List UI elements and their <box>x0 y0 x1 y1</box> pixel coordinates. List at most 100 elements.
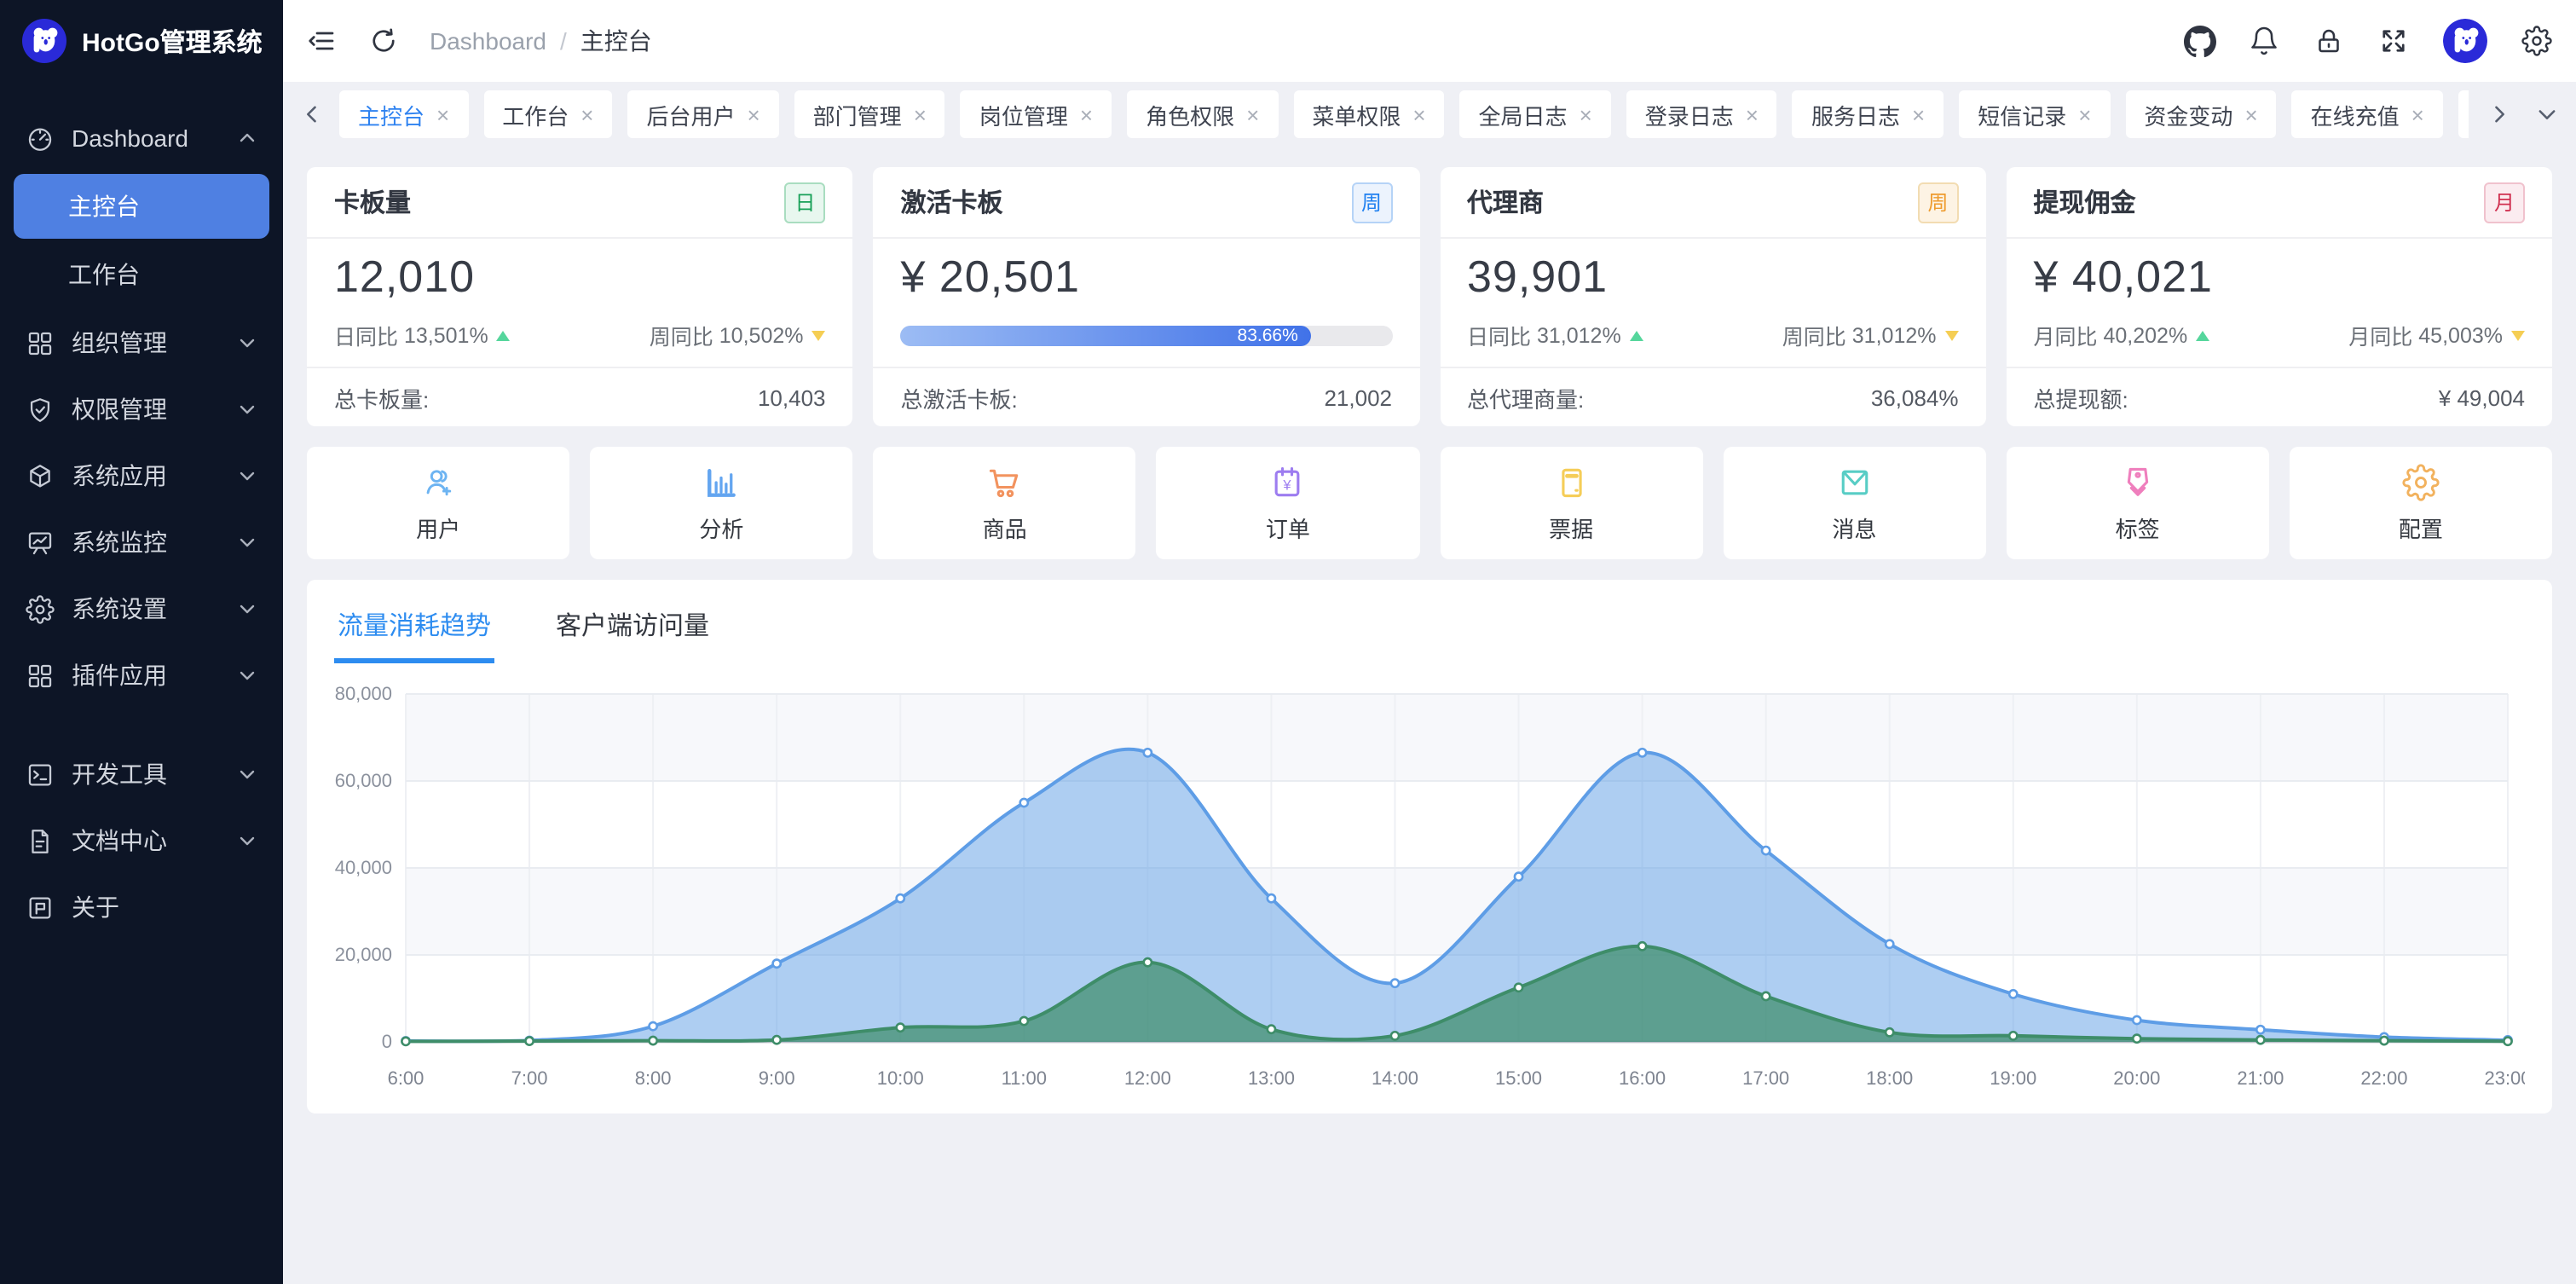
page-tab[interactable]: 提现管理× <box>2458 90 2469 138</box>
close-icon[interactable]: × <box>2078 103 2091 125</box>
stat-footer-value: ¥ 49,004 <box>2439 385 2525 410</box>
stat-card-title: 代理商 <box>1467 184 1544 220</box>
shortcut-label: 商品 <box>983 511 1027 543</box>
sidebar-item-label: 开发工具 <box>72 757 167 791</box>
shortcut-tags[interactable]: 标签 <box>2007 447 2269 559</box>
page-content: 卡板量 日 12,010 日同比 13,501% 周同比 10,502% 总卡板… <box>283 147 2576 1284</box>
close-icon[interactable]: × <box>1746 103 1759 125</box>
bell-icon[interactable] <box>2249 26 2279 56</box>
traffic-area-chart: 020,00040,00060,00080,0006:007:008:009:0… <box>334 674 2525 1103</box>
app-window: HotGo管理系统 Dashboard 主控台 工作台 组织管理 <box>0 0 2576 1284</box>
tab-strip-controls <box>2487 102 2559 126</box>
trend-down-icon <box>2511 330 2525 340</box>
page-tab[interactable]: 在线充值× <box>2292 90 2443 138</box>
shortcut-users[interactable]: 用户 <box>307 447 569 559</box>
gear-icon[interactable] <box>2521 26 2552 56</box>
page-tab[interactable]: 资金变动× <box>2125 90 2276 138</box>
sidebar-item-workbench[interactable]: 工作台 <box>14 242 269 307</box>
metric-week-yoy: 周同比 31,012% <box>1782 319 1959 351</box>
sidebar-item-org-mgmt[interactable]: 组织管理 <box>14 310 269 375</box>
stat-value: ¥ 20,501 <box>901 251 1393 304</box>
invoice-yen-icon: ¥ <box>1269 463 1307 500</box>
svg-text:9:00: 9:00 <box>759 1067 795 1089</box>
sidebar-item-dashboard[interactable]: Dashboard <box>14 106 269 171</box>
dashboard-gauge-icon <box>26 124 55 153</box>
tag-icon <box>2119 463 2157 500</box>
tab-traffic-trend[interactable]: 流量消耗趋势 <box>334 600 494 663</box>
sidebar-item-plugin-apps[interactable]: 插件应用 <box>14 643 269 708</box>
sidebar-item-label: 关于 <box>72 890 119 924</box>
close-icon[interactable]: × <box>1246 103 1259 125</box>
page-tab[interactable]: 全局日志× <box>1460 90 1611 138</box>
lock-icon[interactable] <box>2313 26 2344 56</box>
app-logo-row[interactable]: HotGo管理系统 <box>0 0 283 80</box>
sidebar-item-dev-tools[interactable]: 开发工具 <box>14 742 269 807</box>
shortcut-config[interactable]: 配置 <box>2290 447 2552 559</box>
shortcut-products[interactable]: 商品 <box>874 447 1136 559</box>
tabs-menu-chevron-down-icon[interactable] <box>2535 102 2559 126</box>
page-tab[interactable]: 短信记录× <box>1959 90 2110 138</box>
sidebar-item-label: 权限管理 <box>72 392 167 426</box>
sidebar-item-system-apps[interactable]: 系统应用 <box>14 443 269 508</box>
close-icon[interactable]: × <box>580 103 593 125</box>
shortcut-analysis[interactable]: 分析 <box>590 447 852 559</box>
svg-text:12:00: 12:00 <box>1124 1067 1171 1089</box>
sidebar-item-label: 组织管理 <box>72 326 167 360</box>
close-icon[interactable]: × <box>1412 103 1425 125</box>
svg-text:21:00: 21:00 <box>2237 1067 2284 1089</box>
close-icon[interactable]: × <box>1580 103 1592 125</box>
stat-footer-label: 总代理商量: <box>1467 381 1584 414</box>
user-avatar[interactable] <box>2443 19 2487 63</box>
page-tab[interactable]: 主控台× <box>339 90 468 138</box>
terminal-icon <box>26 760 55 789</box>
chevron-down-icon <box>237 764 257 784</box>
sidebar-item-console[interactable]: 主控台 <box>14 174 269 239</box>
page-tab[interactable]: 菜单权限× <box>1293 90 1444 138</box>
close-icon[interactable]: × <box>1080 103 1093 125</box>
chevron-down-icon <box>237 399 257 419</box>
period-badge-day: 日 <box>785 182 826 223</box>
sidebar-item-label: 系统监控 <box>72 525 167 559</box>
breadcrumb-parent[interactable]: Dashboard <box>430 27 546 55</box>
monitor-chart-icon <box>26 528 55 557</box>
svg-text:11:00: 11:00 <box>1002 1067 1047 1089</box>
chevron-up-icon <box>237 128 257 148</box>
close-icon[interactable]: × <box>2244 103 2257 125</box>
close-icon[interactable]: × <box>1912 103 1925 125</box>
sidebar-item-label: 系统设置 <box>72 592 167 626</box>
sidebar-item-permission-mgmt[interactable]: 权限管理 <box>14 377 269 442</box>
shortcut-invoices[interactable]: 票据 <box>1440 447 1702 559</box>
sidebar-item-system-monitor[interactable]: 系统监控 <box>14 510 269 575</box>
close-icon[interactable]: × <box>747 103 760 125</box>
svg-text:8:00: 8:00 <box>635 1067 672 1089</box>
page-tab[interactable]: 工作台× <box>483 90 612 138</box>
tabs-scroll-left-icon[interactable] <box>300 102 324 126</box>
tab-client-visits[interactable]: 客户端访问量 <box>552 600 713 663</box>
refresh-icon[interactable] <box>368 26 399 56</box>
menu-fold-icon[interactable] <box>307 26 338 56</box>
page-tab[interactable]: 后台用户× <box>627 90 778 138</box>
shortcut-messages[interactable]: 消息 <box>1723 447 1985 559</box>
page-tab[interactable]: 角色权限× <box>1127 90 1278 138</box>
sidebar-item-label: 工作台 <box>68 257 140 292</box>
chevron-down-icon <box>237 665 257 685</box>
shortcut-orders[interactable]: ¥ 订单 <box>1157 447 1419 559</box>
svg-text:7:00: 7:00 <box>511 1067 548 1089</box>
sidebar-item-system-settings[interactable]: 系统设置 <box>14 576 269 641</box>
page-tab[interactable]: 岗位管理× <box>961 90 1112 138</box>
github-icon[interactable] <box>2184 26 2215 56</box>
chevron-down-icon <box>237 466 257 486</box>
sidebar-item-about[interactable]: 关于 <box>14 875 269 940</box>
close-icon[interactable]: × <box>914 103 927 125</box>
page-tab[interactable]: 登录日志× <box>1626 90 1777 138</box>
sidebar-item-doc-center[interactable]: 文档中心 <box>14 808 269 873</box>
close-icon[interactable]: × <box>2411 103 2424 125</box>
chart-tabs: 流量消耗趋势 客户端访问量 <box>334 600 2525 663</box>
fullscreen-icon[interactable] <box>2378 26 2409 56</box>
close-icon[interactable]: × <box>436 103 449 125</box>
page-tab[interactable]: 部门管理× <box>794 90 945 138</box>
period-badge-week: 周 <box>1351 182 1392 223</box>
stat-card-commission: 提现佣金 月 ¥ 40,021 月同比 40,202% 月同比 45,003% … <box>2007 167 2553 426</box>
page-tab[interactable]: 服务日志× <box>1793 90 1944 138</box>
tabs-scroll-right-icon[interactable] <box>2487 102 2511 126</box>
